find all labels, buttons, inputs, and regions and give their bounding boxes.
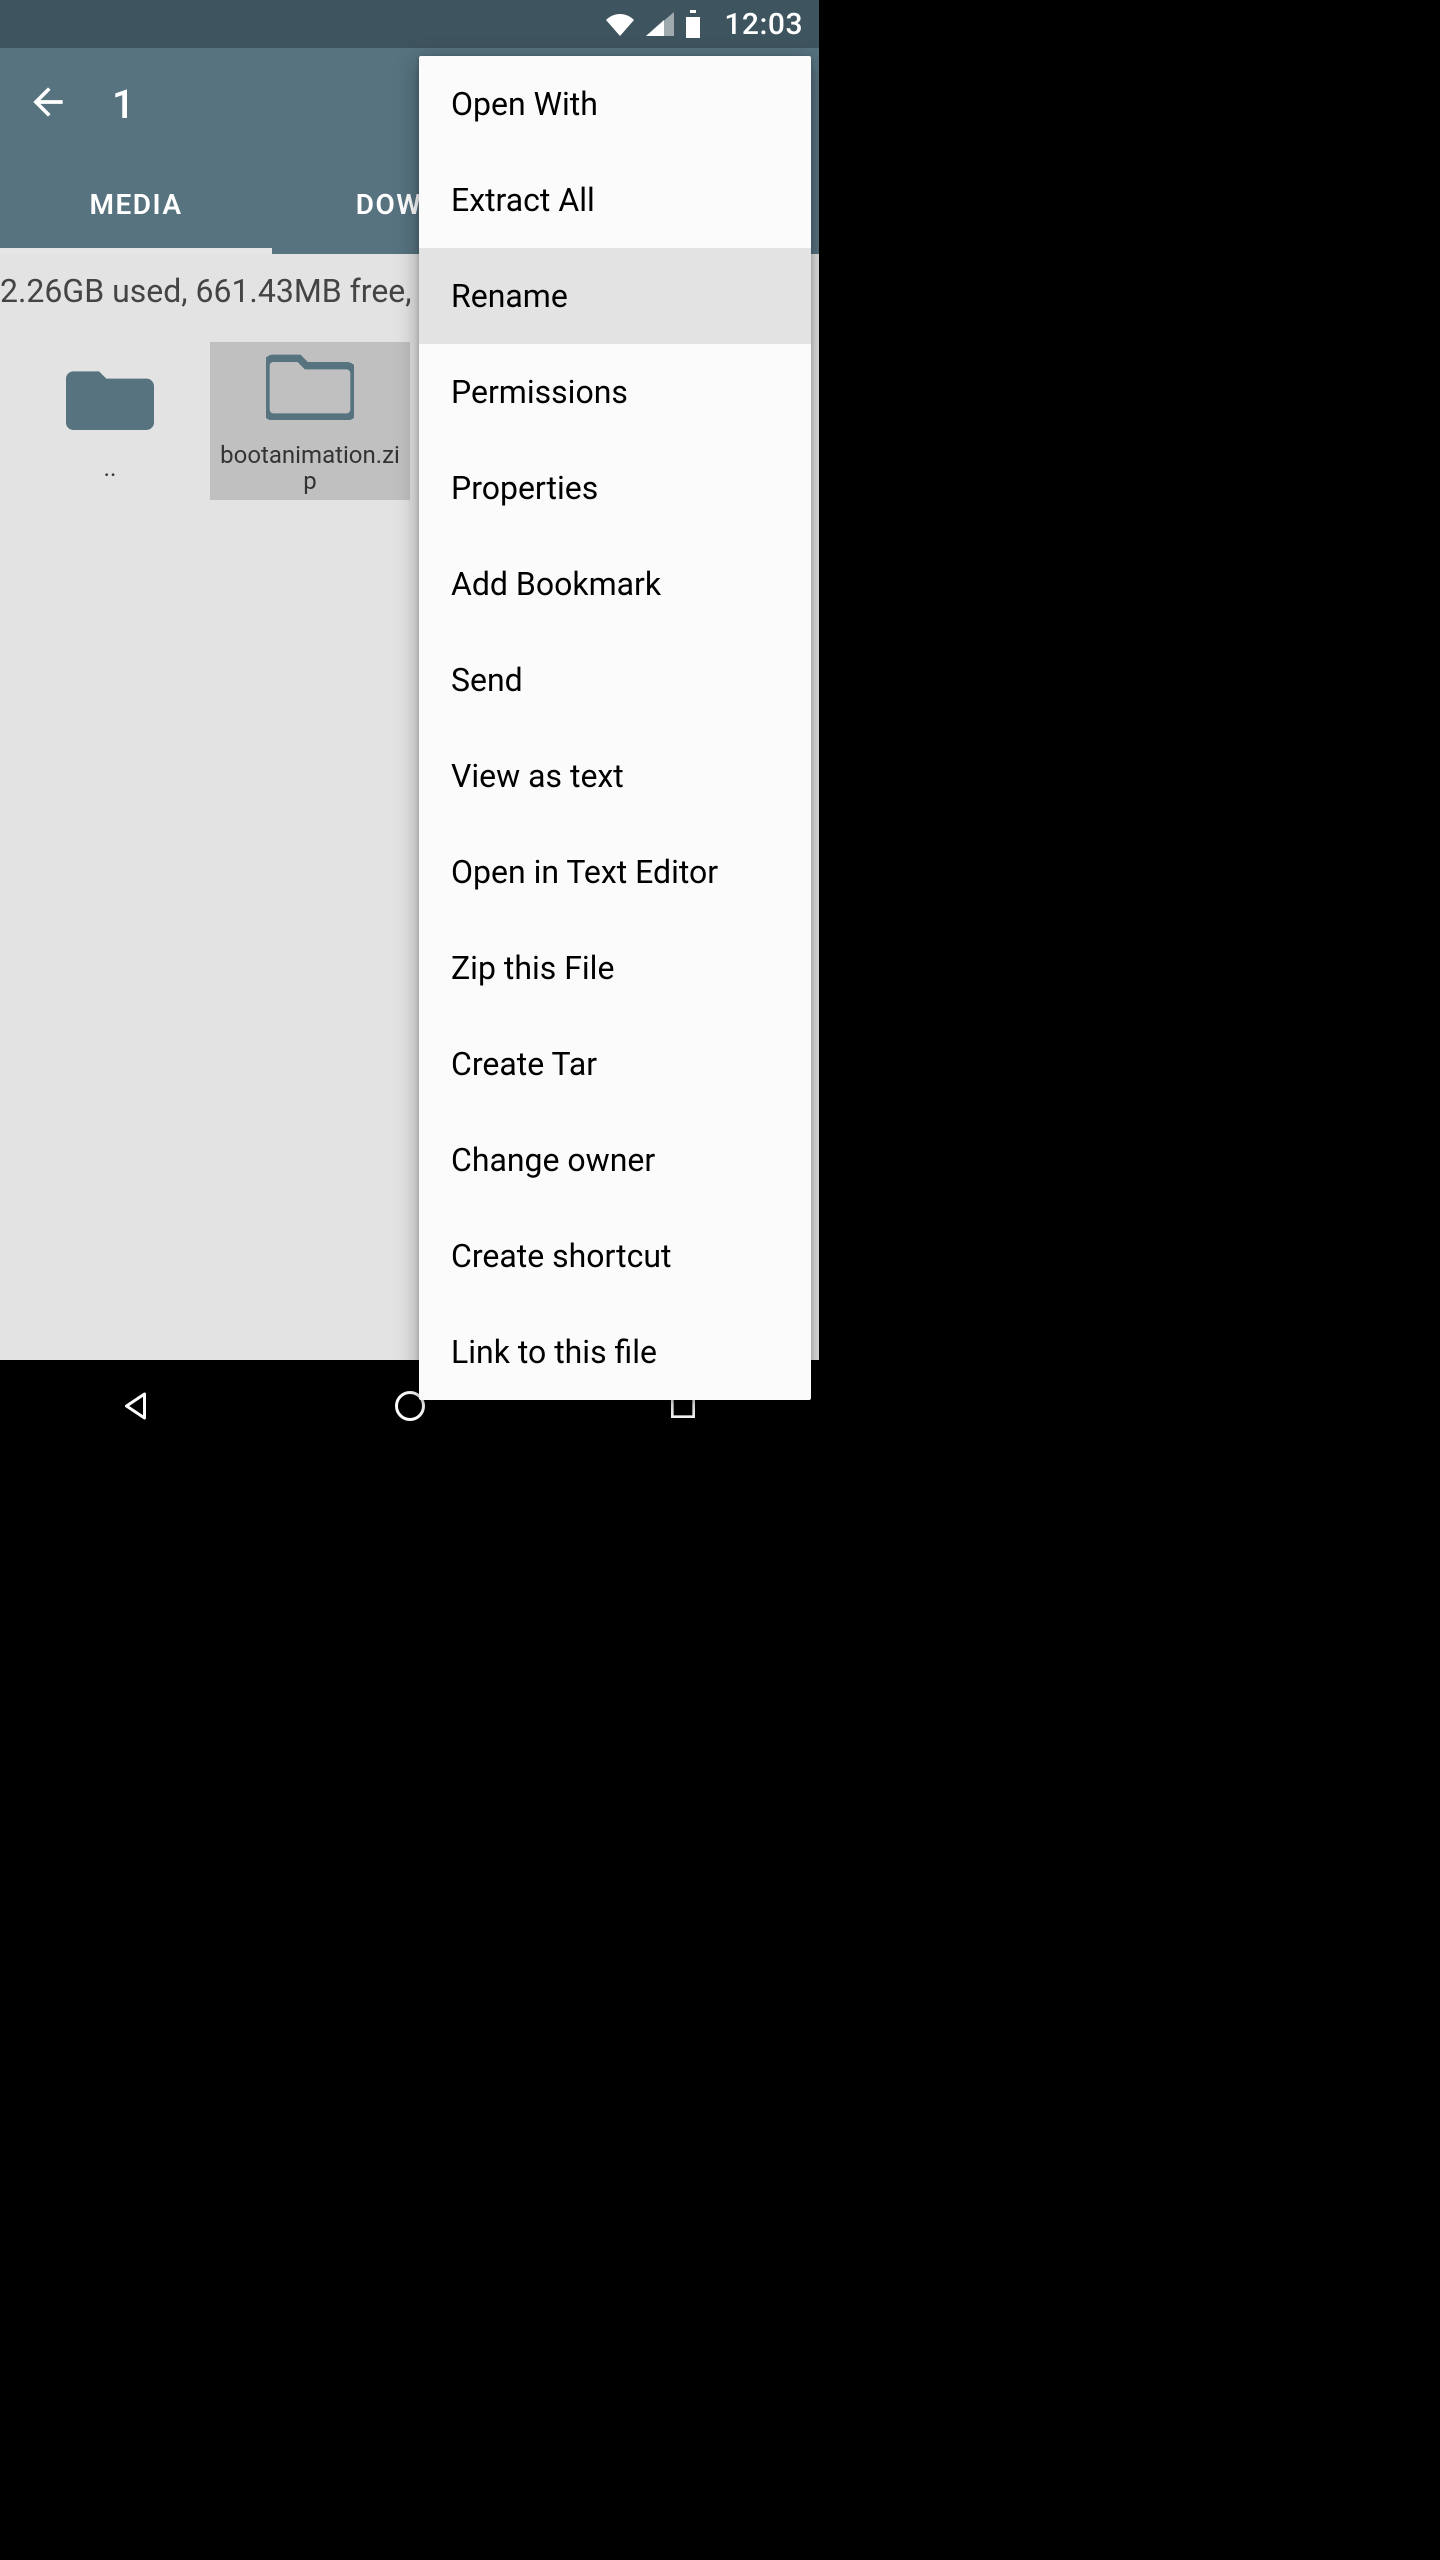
nav-back-button[interactable] [27, 1360, 247, 1456]
folder-icon [66, 361, 154, 437]
screen: 12:03 1 MEDIA DOWNL 2.26GB used, 661.43M… [0, 0, 819, 1456]
menu-label: Extract All [451, 181, 595, 219]
tab-media[interactable]: MEDIA [0, 160, 272, 254]
menu-add-bookmark[interactable]: Add Bookmark [419, 536, 811, 632]
file-item-bootanimation[interactable]: bootanimation.zip [210, 342, 410, 500]
status-clock: 12:03 [724, 7, 803, 42]
status-bar: 12:03 [0, 0, 819, 48]
menu-label: Create Tar [451, 1045, 597, 1083]
menu-label: Add Bookmark [451, 565, 661, 603]
menu-label: Link to this file [451, 1333, 657, 1371]
context-menu: Open With Extract All Rename Permissions… [419, 56, 811, 1400]
menu-open-in-text-editor[interactable]: Open in Text Editor [419, 824, 811, 920]
menu-properties[interactable]: Properties [419, 440, 811, 536]
menu-label: Create shortcut [451, 1237, 671, 1275]
cell-signal-icon [646, 12, 674, 36]
triangle-back-icon [119, 1388, 155, 1428]
back-button[interactable] [8, 64, 88, 144]
menu-label: Rename [451, 277, 568, 315]
status-icons: 12:03 [604, 7, 803, 42]
menu-link-to-this-file[interactable]: Link to this file [419, 1304, 811, 1400]
menu-label: Open in Text Editor [451, 853, 718, 891]
menu-view-as-text[interactable]: View as text [419, 728, 811, 824]
menu-label: Permissions [451, 373, 628, 411]
folder-icon [266, 348, 354, 424]
file-name: bootanimation.zip [210, 442, 410, 495]
wifi-icon [604, 12, 636, 36]
menu-label: Open With [451, 85, 598, 123]
battery-icon [684, 10, 702, 38]
menu-send[interactable]: Send [419, 632, 811, 728]
menu-create-shortcut[interactable]: Create shortcut [419, 1208, 811, 1304]
menu-zip-this-file[interactable]: Zip this File [419, 920, 811, 1016]
menu-create-tar[interactable]: Create Tar [419, 1016, 811, 1112]
menu-rename[interactable]: Rename [419, 248, 811, 344]
menu-label: View as text [451, 757, 624, 795]
file-name: .. [100, 455, 121, 481]
menu-extract-all[interactable]: Extract All [419, 152, 811, 248]
menu-label: Properties [451, 469, 598, 507]
menu-permissions[interactable]: Permissions [419, 344, 811, 440]
arrow-left-icon [26, 80, 70, 128]
menu-label: Zip this File [451, 949, 614, 987]
file-item-parent[interactable]: .. [10, 342, 210, 500]
menu-label: Change owner [451, 1141, 655, 1179]
menu-open-with[interactable]: Open With [419, 56, 811, 152]
menu-label: Send [451, 661, 523, 699]
menu-change-owner[interactable]: Change owner [419, 1112, 811, 1208]
app-title: 1 [112, 81, 135, 128]
tab-label: MEDIA [89, 188, 182, 221]
